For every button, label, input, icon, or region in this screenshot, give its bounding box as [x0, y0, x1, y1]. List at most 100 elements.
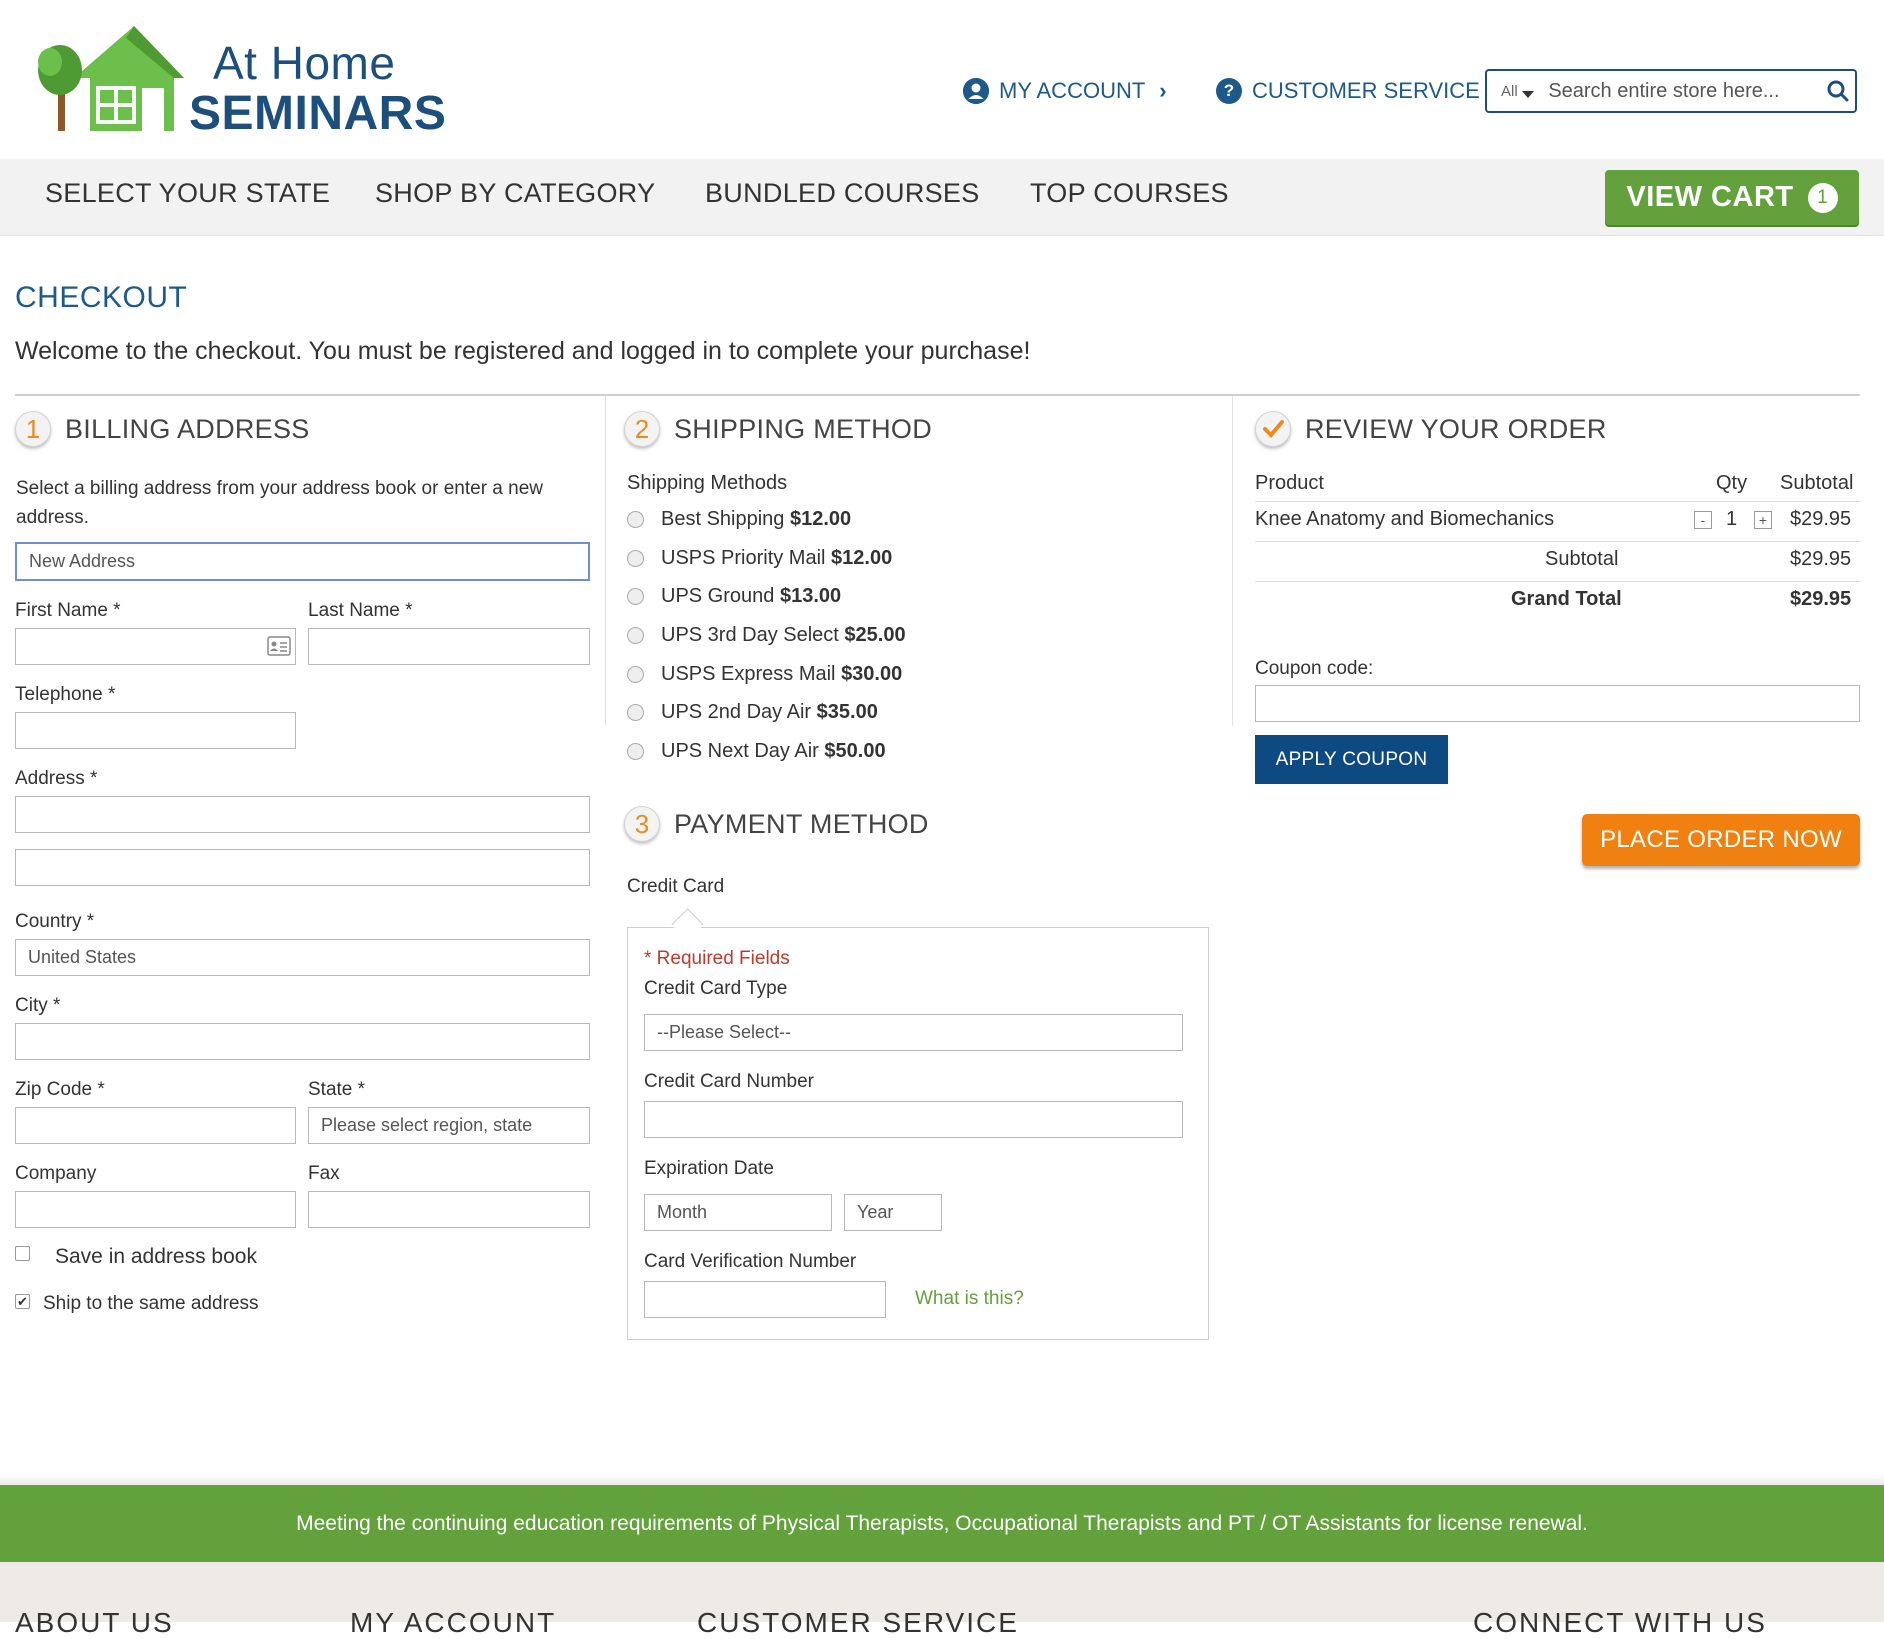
expiration-date-label: Expiration Date: [644, 1158, 774, 1179]
payment-title: PAYMENT METHOD: [674, 808, 929, 839]
checkmark-icon: [1255, 411, 1291, 447]
what-is-this-link[interactable]: What is this?: [915, 1288, 1024, 1310]
table-divider: [1255, 581, 1860, 582]
save-in-address-book-label: Save in address book: [55, 1245, 257, 1268]
shipping-option[interactable]: USPS Express Mail $30.00: [627, 663, 902, 686]
logo-text-line1: At Home: [213, 37, 396, 89]
first-name-label: First Name *: [15, 600, 121, 621]
logo-text-line2: SEMINARS: [189, 87, 447, 140]
column-divider: [1232, 396, 1233, 726]
nav-top-courses[interactable]: TOP COURSES: [1030, 178, 1229, 209]
shipping-option[interactable]: Best Shipping $12.00: [627, 508, 851, 531]
city-field[interactable]: [15, 1023, 590, 1060]
col-qty-header: Qty: [1716, 472, 1748, 494]
order-item-name: Knee Anatomy and Biomechanics: [1255, 508, 1555, 530]
question-circle-icon: ?: [1216, 78, 1242, 104]
radio-button[interactable]: [627, 550, 644, 567]
shipping-option[interactable]: UPS Next Day Air $50.00: [627, 740, 886, 763]
radio-button[interactable]: [627, 743, 644, 760]
footer-connect-heading: CONNECT WITH US: [1473, 1607, 1767, 1638]
telephone-field[interactable]: [15, 712, 296, 749]
footer-tagline: Meeting the continuing education require…: [296, 1511, 1588, 1535]
grand-total-value: $29.95: [1790, 588, 1852, 610]
footer-shadow: [0, 1475, 1884, 1485]
my-account-link[interactable]: MY ACCOUNT ›: [963, 78, 1167, 104]
apply-coupon-button[interactable]: APPLY COUPON: [1255, 735, 1448, 784]
nav-select-your-state[interactable]: SELECT YOUR STATE: [45, 178, 330, 209]
qty-decrease-button[interactable]: -: [1694, 511, 1712, 529]
address-line2-field[interactable]: [15, 849, 590, 886]
first-name-field[interactable]: [15, 628, 296, 665]
billing-section-header: 1 BILLING ADDRESS: [15, 411, 310, 447]
billing-title: BILLING ADDRESS: [65, 413, 310, 444]
country-label: Country *: [15, 911, 95, 932]
state-select[interactable]: Please select region, state: [308, 1107, 590, 1144]
exp-year-select[interactable]: Year: [844, 1194, 942, 1231]
grand-total-label: Grand Total: [1511, 588, 1622, 610]
view-cart-button[interactable]: VIEW CART 1: [1605, 170, 1859, 225]
radio-button[interactable]: [627, 704, 644, 721]
col-product-header: Product: [1255, 472, 1324, 494]
place-order-button[interactable]: PLACE ORDER NOW: [1582, 814, 1860, 866]
shipping-title: SHIPPING METHOD: [674, 413, 933, 444]
review-section-header: REVIEW YOUR ORDER: [1255, 411, 1607, 447]
city-label: City *: [15, 995, 61, 1016]
ship-same-address-label: Ship to the same address: [43, 1293, 259, 1314]
zip-code-field[interactable]: [15, 1107, 296, 1144]
radio-button[interactable]: [627, 511, 644, 528]
contact-card-icon[interactable]: [267, 636, 291, 661]
nav-shop-by-category[interactable]: SHOP BY CATEGORY: [375, 178, 655, 209]
shipping-option[interactable]: UPS Ground $13.00: [627, 585, 841, 608]
review-title: REVIEW YOUR ORDER: [1305, 413, 1607, 444]
ship-same-address-checkbox[interactable]: ✔: [15, 1294, 30, 1309]
shipping-option[interactable]: USPS Priority Mail $12.00: [627, 547, 892, 570]
customer-service-link[interactable]: ? CUSTOMER SERVICE: [1216, 78, 1480, 104]
shipping-option[interactable]: UPS 2nd Day Air $35.00: [627, 701, 878, 724]
last-name-field[interactable]: [308, 628, 590, 665]
search-input[interactable]: [1540, 79, 1822, 103]
step-number: 2: [624, 411, 660, 447]
cvv-field[interactable]: [644, 1281, 886, 1318]
radio-button[interactable]: [627, 627, 644, 644]
footer-tagline-band: Meeting the continuing education require…: [0, 1485, 1884, 1562]
fax-field[interactable]: [308, 1191, 590, 1228]
coupon-code-field[interactable]: [1255, 685, 1860, 722]
cvv-label: Card Verification Number: [644, 1251, 857, 1272]
qty-increase-button[interactable]: +: [1754, 511, 1772, 529]
column-divider: [605, 396, 606, 726]
save-in-address-book-checkbox[interactable]: [15, 1246, 30, 1261]
user-icon: [963, 78, 989, 104]
search-category-select[interactable]: All: [1487, 83, 1540, 100]
cc-number-field[interactable]: [644, 1101, 1183, 1138]
cc-type-select[interactable]: --Please Select--: [644, 1014, 1183, 1051]
col-subtotal-header: Subtotal: [1780, 472, 1854, 494]
table-divider: [1255, 501, 1860, 502]
checkout-welcome-text: Welcome to the checkout. You must be reg…: [15, 337, 1031, 365]
radio-button[interactable]: [627, 666, 644, 683]
shipping-option[interactable]: UPS 3rd Day Select $25.00: [627, 624, 906, 647]
exp-month-select[interactable]: Month: [644, 1194, 832, 1231]
step-number: 1: [15, 411, 51, 447]
search-icon[interactable]: [1821, 73, 1855, 109]
footer-my-account-heading: MY ACCOUNT: [350, 1607, 557, 1638]
billing-intro-text: Select a billing address from your addre…: [16, 478, 543, 528]
company-field[interactable]: [15, 1191, 296, 1228]
dropdown-arrow-icon: [1521, 90, 1534, 98]
cc-type-label: Credit Card Type: [644, 978, 788, 999]
billing-address-select[interactable]: New Address: [15, 542, 590, 581]
my-account-label: MY ACCOUNT: [999, 78, 1146, 103]
radio-button[interactable]: [627, 588, 644, 605]
order-item-subtotal: $29.95: [1790, 508, 1852, 530]
address-line1-field[interactable]: [15, 796, 590, 833]
nav-bundled-courses[interactable]: BUNDLED COURSES: [705, 178, 980, 209]
customer-service-label: CUSTOMER SERVICE: [1252, 78, 1480, 103]
country-select[interactable]: United States: [15, 939, 590, 976]
chevron-right-icon: ›: [1159, 78, 1167, 103]
section-divider: [15, 394, 1860, 396]
company-label: Company: [15, 1163, 97, 1184]
address-label: Address *: [15, 768, 98, 789]
footer-customer-service-heading: CUSTOMER SERVICE: [697, 1607, 1019, 1638]
footer-about-us-heading: ABOUT US: [15, 1607, 174, 1638]
last-name-label: Last Name *: [308, 600, 413, 621]
shipping-methods-label: Shipping Methods: [627, 472, 788, 494]
